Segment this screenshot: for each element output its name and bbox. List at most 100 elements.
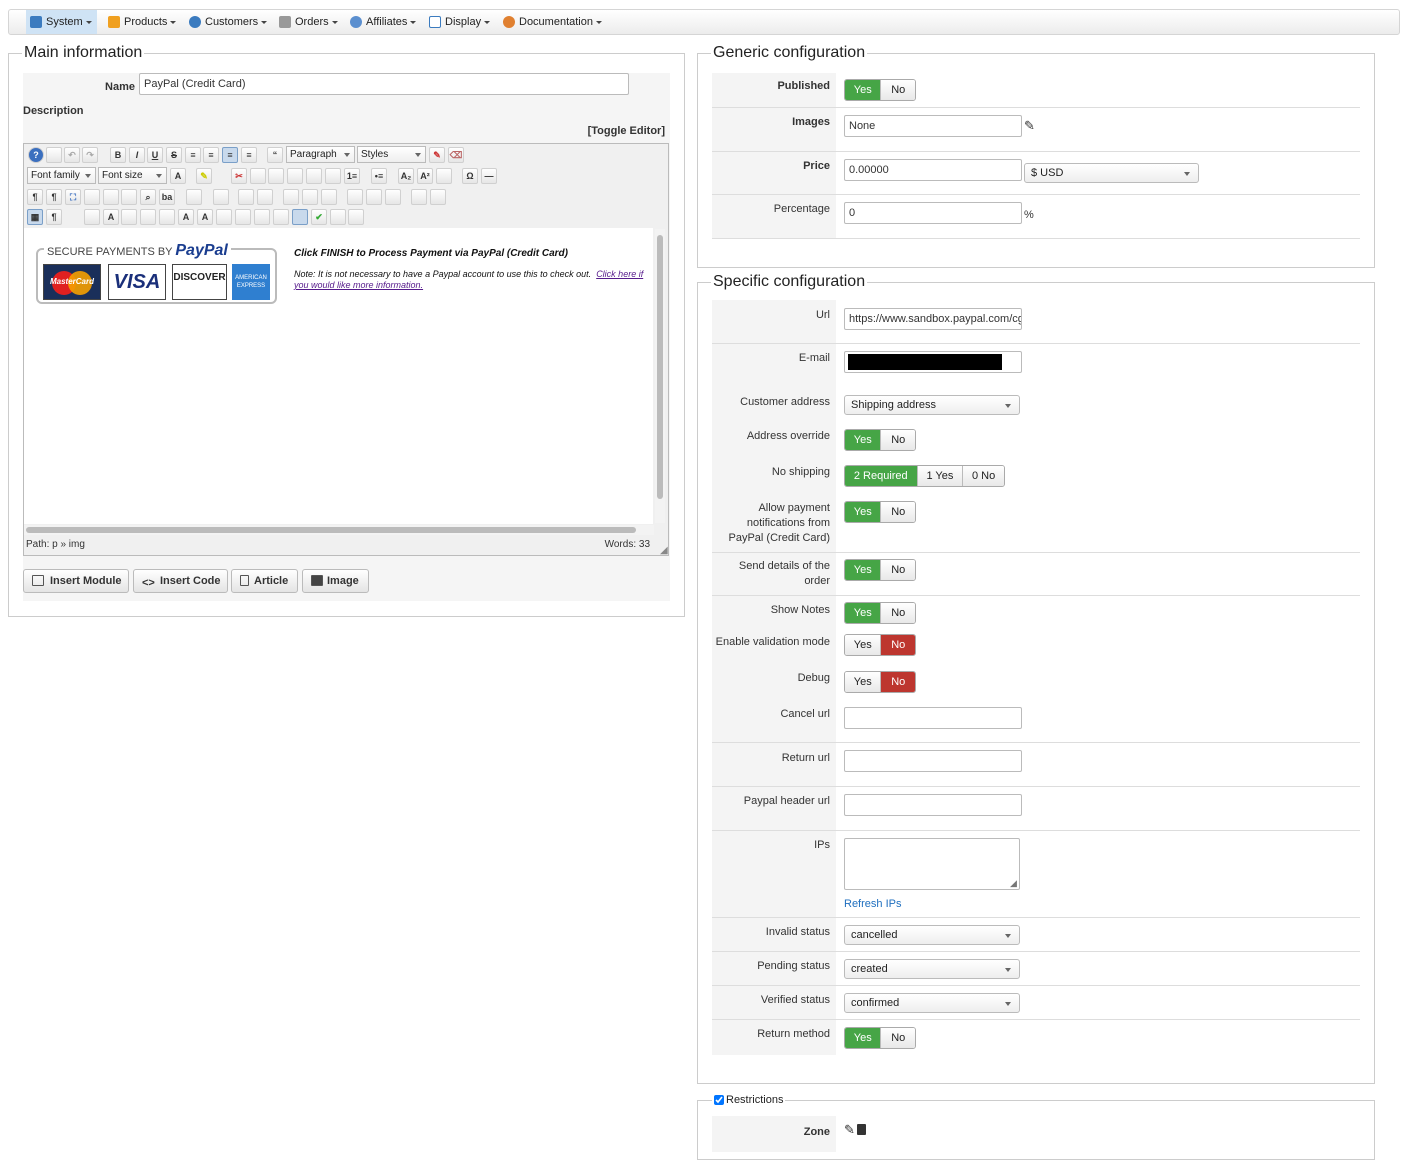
allow-notifications-toggle[interactable]: Yes No bbox=[844, 501, 916, 523]
resize-handle-icon[interactable]: ◢ bbox=[660, 545, 668, 556]
toggle-editor-link[interactable]: [Toggle Editor] bbox=[560, 124, 665, 139]
horizontal-scroll-thumb[interactable] bbox=[26, 527, 636, 533]
print-icon[interactable] bbox=[121, 189, 137, 205]
align-right-icon[interactable]: ≡ bbox=[241, 147, 257, 163]
paste-word-icon[interactable] bbox=[306, 168, 322, 184]
superscript-icon[interactable]: A² bbox=[417, 168, 433, 184]
acronym-icon[interactable] bbox=[159, 209, 175, 225]
emoticon-icon[interactable] bbox=[436, 168, 452, 184]
allow-notifications-yes[interactable]: Yes bbox=[845, 502, 881, 522]
image-button[interactable]: Image bbox=[302, 569, 369, 593]
name-input[interactable]: PayPal (Credit Card) bbox=[139, 73, 629, 95]
refresh-ips-link[interactable]: Refresh IPs bbox=[844, 898, 901, 910]
menu-orders[interactable]: Orders bbox=[275, 10, 342, 34]
cancel-url-input[interactable] bbox=[844, 707, 1022, 729]
table-row-delete-icon[interactable] bbox=[283, 189, 299, 205]
cut-icon[interactable]: ✂ bbox=[231, 168, 247, 184]
show-notes-yes[interactable]: Yes bbox=[845, 603, 881, 623]
debug-no[interactable]: No bbox=[880, 672, 915, 692]
zone-edit-pencil-icon[interactable]: ✎ bbox=[844, 1122, 855, 1138]
show-notes-no[interactable]: No bbox=[880, 603, 915, 623]
table-merge-icon[interactable] bbox=[385, 189, 401, 205]
published-toggle[interactable]: Yes No bbox=[844, 79, 916, 101]
font-family-select[interactable]: Font family bbox=[27, 167, 96, 184]
published-no[interactable]: No bbox=[880, 80, 915, 100]
validation-mode-no[interactable]: No bbox=[880, 635, 915, 655]
currency-select[interactable]: $ USD bbox=[1024, 163, 1199, 183]
unordered-list-icon[interactable]: •≡ bbox=[371, 168, 387, 184]
validation-mode-yes[interactable]: Yes bbox=[845, 635, 881, 655]
validation-mode-toggle[interactable]: Yes No bbox=[844, 634, 916, 656]
preview-icon[interactable] bbox=[84, 189, 100, 205]
menu-display[interactable]: Display bbox=[425, 10, 495, 34]
underline-icon[interactable]: U bbox=[147, 147, 163, 163]
url-input[interactable]: https://www.sandbox.paypal.com/cgi bbox=[844, 308, 1022, 330]
template-icon[interactable] bbox=[103, 189, 119, 205]
address-override-yes[interactable]: Yes bbox=[845, 430, 881, 450]
debug-yes[interactable]: Yes bbox=[845, 672, 881, 692]
special-char-icon[interactable]: Ω bbox=[462, 168, 478, 184]
no-shipping-toggle[interactable]: 2 Required 1 Yes 0 No bbox=[844, 465, 1005, 487]
address-override-no[interactable]: No bbox=[880, 430, 915, 450]
show-notes-toggle[interactable]: Yes No bbox=[844, 602, 916, 624]
ordered-list-icon[interactable]: 1≡ bbox=[344, 168, 360, 184]
table-row-after-icon[interactable] bbox=[257, 189, 273, 205]
paragraph-select[interactable]: Paragraph bbox=[286, 146, 355, 163]
table-row-before-icon[interactable] bbox=[238, 189, 254, 205]
media-icon[interactable] bbox=[84, 209, 100, 225]
layer-icon[interactable] bbox=[235, 209, 251, 225]
justify-icon[interactable]: ≡ bbox=[185, 147, 201, 163]
outdent-icon[interactable] bbox=[325, 168, 341, 184]
images-input[interactable]: None bbox=[844, 115, 1022, 137]
align-left-icon[interactable]: ≡ bbox=[222, 147, 238, 163]
cite-icon[interactable] bbox=[121, 209, 137, 225]
verified-status-select[interactable]: confirmed bbox=[844, 993, 1020, 1013]
bold-icon[interactable]: B bbox=[110, 147, 126, 163]
table-col-before-icon[interactable] bbox=[302, 189, 318, 205]
blockformat-icon[interactable] bbox=[292, 209, 308, 225]
pencil-icon[interactable]: ✎ bbox=[1024, 118, 1035, 134]
text-color-icon[interactable]: A bbox=[170, 168, 186, 184]
price-input[interactable]: 0.00000 bbox=[844, 159, 1022, 181]
styles-select[interactable]: Styles bbox=[357, 146, 426, 163]
layer-forward-icon[interactable] bbox=[254, 209, 270, 225]
menu-system[interactable]: System bbox=[26, 10, 97, 34]
menu-customers[interactable]: Customers bbox=[185, 10, 269, 34]
send-details-yes[interactable]: Yes bbox=[845, 560, 881, 580]
table-col-after-icon[interactable] bbox=[321, 189, 337, 205]
font-size-select[interactable]: Font size bbox=[98, 167, 167, 184]
invalid-status-select[interactable]: cancelled bbox=[844, 925, 1020, 945]
eraser-icon[interactable]: ✎ bbox=[429, 147, 445, 163]
visual-chars-icon[interactable]: ¶ bbox=[46, 209, 62, 225]
no-shipping-yes[interactable]: 1 Yes bbox=[916, 466, 963, 486]
subscript-icon[interactable]: A₂ bbox=[398, 168, 414, 184]
return-method-yes[interactable]: Yes bbox=[845, 1028, 881, 1048]
no-shipping-no[interactable]: 0 No bbox=[962, 466, 1004, 486]
align-center-icon[interactable]: ≡ bbox=[203, 147, 219, 163]
ins-icon[interactable]: A bbox=[197, 209, 213, 225]
blockquote-icon[interactable]: “ bbox=[267, 147, 283, 163]
menu-documentation[interactable]: Documentation bbox=[499, 10, 609, 34]
spellcheck-toggle-icon[interactable]: ✔ bbox=[311, 209, 327, 225]
return-method-no[interactable]: No bbox=[880, 1028, 915, 1048]
customer-address-select[interactable]: Shipping address bbox=[844, 395, 1020, 415]
menu-affiliates[interactable]: Affiliates bbox=[346, 10, 422, 34]
strikethrough-icon[interactable]: S bbox=[166, 147, 182, 163]
textarea-resize-icon[interactable]: ◢ bbox=[1010, 878, 1017, 889]
attribs-icon[interactable] bbox=[216, 209, 232, 225]
abbr-icon[interactable] bbox=[140, 209, 156, 225]
horizontal-rule-icon[interactable]: — bbox=[481, 168, 497, 184]
menu-products[interactable]: Products bbox=[104, 10, 180, 34]
table-props-icon[interactable] bbox=[411, 189, 427, 205]
send-details-toggle[interactable]: Yes No bbox=[844, 559, 916, 581]
table-cell-props-icon[interactable] bbox=[430, 189, 446, 205]
restrictions-checkbox[interactable] bbox=[714, 1095, 724, 1105]
return-method-toggle[interactable]: Yes No bbox=[844, 1027, 916, 1049]
new-document-icon[interactable] bbox=[46, 147, 62, 163]
percentage-input[interactable]: 0 bbox=[844, 202, 1022, 224]
spellcheck-icon[interactable]: A bbox=[103, 209, 119, 225]
paste-text-icon[interactable] bbox=[287, 168, 303, 184]
ltr-icon[interactable]: ¶ bbox=[27, 189, 43, 205]
redo-icon[interactable]: ↷ bbox=[82, 147, 98, 163]
highlight-icon[interactable]: ✎ bbox=[196, 168, 212, 184]
